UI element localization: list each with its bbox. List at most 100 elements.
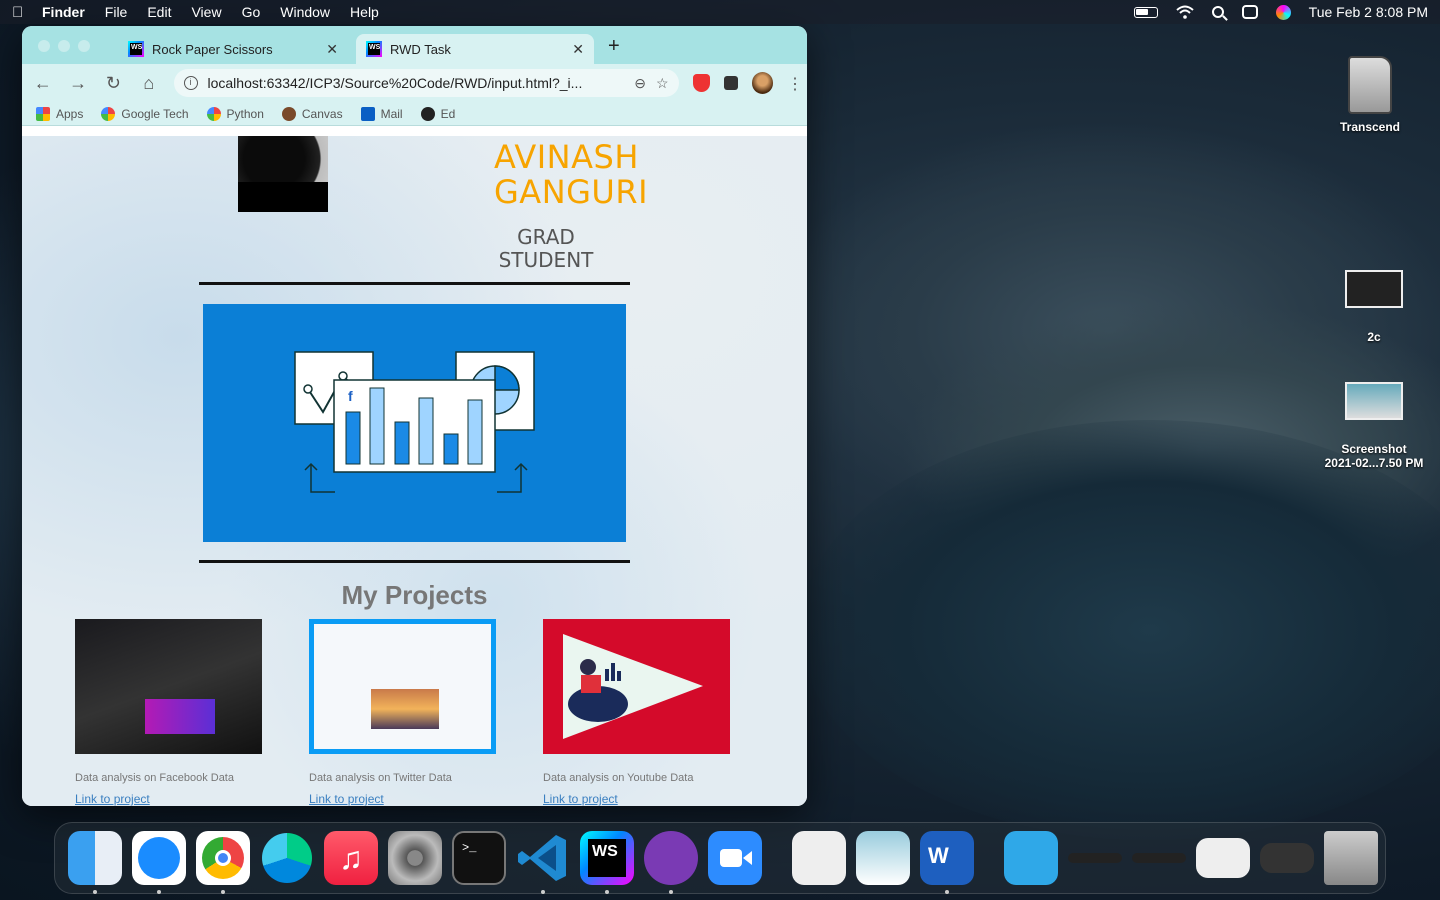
desktop-icon-transcend[interactable]: Transcend — [1330, 56, 1410, 134]
url-text[interactable]: localhost:63342/ICP3/Source%20Code/RWD/i… — [208, 75, 625, 91]
tab-bar: WS Rock Paper Scissors ✕ WS RWD Task ✕ + — [22, 26, 807, 64]
menu-view[interactable]: View — [191, 4, 221, 20]
control-center-icon[interactable] — [1241, 5, 1258, 19]
divider — [199, 282, 630, 285]
menubar-clock[interactable]: Tue Feb 2 8:08 PM — [1309, 4, 1428, 20]
desktop-icon-label: 2c — [1367, 330, 1381, 344]
project-caption: Data analysis on Youtube Data — [543, 772, 694, 784]
terminal-dock-icon[interactable]: >_ — [452, 831, 506, 885]
bookmark-canvas[interactable]: Canvas — [281, 106, 343, 121]
screenshot-thumbnail-icon — [1345, 382, 1403, 420]
github-desktop-dock-icon[interactable] — [644, 831, 698, 894]
project-card-youtube: Data analysis on Youtube Data Link to pr… — [543, 619, 730, 806]
apps-grid-icon — [36, 106, 50, 121]
globe-icon — [420, 106, 435, 121]
project-link[interactable]: Link to project — [75, 792, 262, 806]
project-link[interactable]: Link to project — [543, 792, 730, 806]
home-button[interactable]: ⌂ — [138, 73, 159, 94]
zoom-icon[interactable]: ⊖ — [634, 75, 646, 92]
desktop-icon-screenshot[interactable]: Screenshot 2021-02...7.50 PM — [1316, 382, 1432, 470]
menu-edit[interactable]: Edit — [147, 4, 171, 20]
wifi-icon[interactable] — [1176, 5, 1194, 19]
menu-go[interactable]: Go — [242, 4, 261, 20]
canvas-icon — [281, 106, 296, 121]
bookmark-mail[interactable]: Mail — [360, 106, 403, 121]
role-line1: GRAD — [517, 225, 575, 249]
desktop-icon-2c[interactable]: 2c — [1334, 270, 1414, 344]
bookmark-label: Python — [226, 106, 264, 121]
play-triangle-icon — [563, 634, 703, 739]
downloads-folder-icon[interactable] — [1004, 831, 1058, 885]
youtube-project-thumbnail[interactable] — [543, 619, 730, 754]
tab-rock-paper-scissors[interactable]: WS Rock Paper Scissors ✕ — [118, 34, 348, 64]
menu-app-name[interactable]: Finder — [42, 4, 85, 20]
extensions-puzzle-icon[interactable] — [724, 76, 738, 90]
minimized-window-thumbnail[interactable] — [1260, 843, 1314, 873]
close-tab-icon[interactable]: ✕ — [326, 41, 338, 58]
close-window-button[interactable] — [38, 40, 50, 52]
zoom-dock-icon[interactable] — [708, 831, 762, 885]
bookmark-python[interactable]: Python — [206, 106, 264, 121]
bookmark-label: Apps — [56, 106, 84, 121]
project-caption: Data analysis on Facebook Data — [75, 772, 234, 784]
minimized-window-thumbnail[interactable] — [1132, 853, 1186, 863]
divider — [199, 560, 630, 563]
project-card-facebook: Data analysis on Facebook Data Link to p… — [75, 619, 262, 806]
google-icon — [101, 106, 116, 121]
bookmark-apps[interactable]: Apps — [36, 106, 84, 121]
edge-dock-icon[interactable] — [260, 831, 314, 885]
siri-icon[interactable] — [1275, 4, 1291, 20]
bookmark-label: Mail — [380, 106, 403, 121]
music-dock-icon[interactable]: ♫ — [324, 831, 378, 885]
profile-photo — [238, 136, 328, 212]
bookmark-ed[interactable]: Ed — [420, 106, 455, 121]
menu-help[interactable]: Help — [350, 4, 379, 20]
back-button[interactable]: ← — [32, 73, 53, 94]
address-bar[interactable]: i localhost:63342/ICP3/Source%20Code/RWD… — [173, 69, 679, 97]
close-tab-icon[interactable]: ✕ — [572, 41, 584, 58]
menu-window[interactable]: Window — [280, 4, 330, 20]
page-viewport[interactable]: AVINASH GANGURI GRAD STUDENT f My Projec… — [22, 136, 807, 806]
project-link[interactable]: Link to project — [309, 792, 496, 806]
forward-button[interactable]: → — [67, 73, 88, 94]
system-preferences-dock-icon[interactable] — [388, 831, 442, 885]
profile-name: AVINASH GANGURI — [494, 140, 648, 210]
svg-text:f: f — [348, 388, 353, 404]
analytics-illustration-icon: f — [294, 351, 535, 493]
browser-toolbar: ← → ↻ ⌂ i localhost:63342/ICP3/Source%20… — [22, 64, 807, 102]
bookmark-star-icon[interactable]: ☆ — [656, 75, 669, 92]
minimized-window-thumbnail[interactable] — [1068, 853, 1122, 863]
browser-window: WS Rock Paper Scissors ✕ WS RWD Task ✕ +… — [22, 26, 807, 806]
browser-menu-icon[interactable]: ⋮ — [787, 74, 803, 93]
reload-button[interactable]: ↻ — [103, 73, 124, 94]
finder-dock-icon[interactable] — [68, 831, 122, 894]
spotlight-icon[interactable] — [1211, 6, 1224, 18]
shield-extension-icon[interactable] — [692, 74, 710, 92]
new-tab-button[interactable]: + — [608, 35, 620, 58]
vscode-dock-icon[interactable] — [516, 831, 570, 894]
tab-rwd-task[interactable]: WS RWD Task ✕ — [356, 34, 594, 64]
preview-dock-icon[interactable] — [856, 831, 910, 885]
zoom-window-button[interactable] — [78, 40, 90, 52]
trash-dock-icon[interactable] — [1324, 831, 1378, 885]
chrome-dock-icon[interactable] — [196, 831, 250, 894]
minimize-window-button[interactable] — [58, 40, 70, 52]
apple-icon[interactable]:  — [12, 4, 42, 21]
bookmarks-bar: Apps Google Tech Python Canvas Mail Ed — [22, 102, 807, 126]
word-dock-icon[interactable]: W — [920, 831, 974, 894]
profile-avatar[interactable] — [751, 72, 773, 94]
safari-dock-icon[interactable] — [132, 831, 186, 894]
minimized-window-thumbnail[interactable] — [1196, 838, 1250, 878]
tab-title: RWD Task — [390, 41, 451, 57]
site-info-icon[interactable]: i — [183, 76, 198, 90]
facebook-project-thumbnail[interactable] — [75, 619, 262, 754]
menu-file[interactable]: File — [105, 4, 128, 20]
twitter-project-thumbnail[interactable] — [309, 619, 496, 754]
system-information-dock-icon[interactable] — [792, 831, 846, 885]
project-card-twitter: Data analysis on Twitter Data Link to pr… — [309, 619, 496, 806]
bookmark-label: Google Tech — [121, 106, 189, 121]
bookmark-google-tech[interactable]: Google Tech — [101, 106, 189, 121]
webstorm-dock-icon[interactable]: WS — [580, 831, 634, 894]
name-first: AVINASH — [494, 138, 639, 176]
battery-icon[interactable] — [1133, 6, 1158, 18]
